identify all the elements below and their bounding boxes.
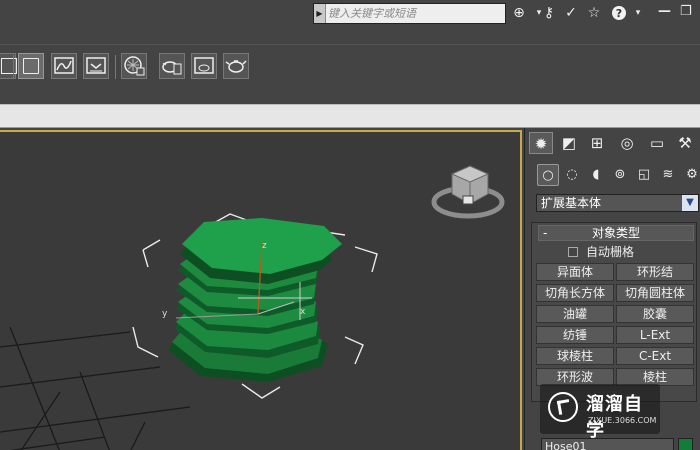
hierarchy-tab[interactable]: ⊞ [585, 132, 609, 154]
shapes-subtab[interactable]: ◌ [561, 164, 583, 186]
object-button-cext[interactable]: C-Ext [616, 347, 694, 365]
object-button-capsule[interactable]: 胶囊 [616, 305, 694, 323]
rollout-title: 对象类型 [591, 226, 640, 240]
helpers-subtab[interactable]: ◱ [633, 164, 655, 186]
main-toolbar [0, 44, 700, 90]
watermark-url: ZIXUE.3066.COM [588, 416, 657, 425]
key-icon[interactable]: ⚷ [540, 4, 558, 22]
svg-text:?: ? [616, 7, 622, 20]
axis-label-y: y [162, 309, 168, 319]
systems-subtab[interactable]: ⚙ [681, 164, 700, 186]
object-button-spindle[interactable]: 纺锤 [536, 326, 614, 344]
object-type-rollout: - 对象类型 自动栅格 异面体 环形结 切角长方体 切角圆柱体 油罐 胶囊 纺锤… [531, 222, 697, 402]
object-button-torusknot[interactable]: 环形结 [616, 263, 694, 281]
folder-button[interactable] [18, 53, 44, 79]
viewport-scene: z y x [0, 165, 505, 450]
modify-tab[interactable]: ◩ [557, 132, 581, 154]
render-setup-icon [162, 61, 182, 75]
graph-editor-button[interactable] [51, 53, 77, 79]
restore-icon[interactable]: ❐ [680, 4, 692, 19]
top-bar: ▶ ⊕ ▾ ⚷ ✓ ☆ ? ▾ — ❐ [0, 0, 700, 30]
render-teapot-icon [225, 60, 247, 73]
rollout-header[interactable]: - 对象类型 [538, 225, 694, 241]
toolbar-separator [13, 55, 14, 79]
checkbox-icon[interactable] [568, 247, 578, 257]
display-tab[interactable]: ▭ [645, 132, 669, 154]
watermark-logo-icon [548, 392, 578, 422]
chevron-down-icon[interactable]: ▼ [682, 195, 698, 211]
folder-icon [23, 58, 39, 74]
object-button-chamfercyl[interactable]: 切角圆柱体 [616, 284, 694, 302]
create-tab[interactable]: ✹ [529, 132, 553, 154]
render-frame-button[interactable] [191, 53, 217, 79]
search-input[interactable] [328, 5, 504, 22]
object-button-chamferbox[interactable]: 切角长方体 [536, 284, 614, 302]
utilities-tab[interactable]: ⚒ [673, 132, 697, 154]
object-button-lext[interactable]: L-Ext [616, 326, 694, 344]
object-button-gengon[interactable]: 球棱柱 [536, 347, 614, 365]
object-button-oiltank[interactable]: 油罐 [536, 305, 614, 323]
binoculars-icon[interactable]: ⊕ [510, 4, 528, 22]
material-editor-button[interactable] [121, 53, 147, 79]
ribbon-bar [0, 104, 700, 128]
subscription-icon[interactable]: ✓ [562, 4, 580, 22]
search-expand-arrow-icon[interactable]: ▶ [314, 4, 326, 23]
schematic-icon [86, 57, 106, 74]
material-editor-icon [124, 56, 145, 76]
graph-editor-icon [54, 57, 74, 74]
axis-label-x: x [300, 307, 306, 317]
help-dropdown-icon[interactable]: ▾ [629, 4, 647, 22]
autogrid-label: 自动栅格 [586, 245, 635, 259]
geometry-subtab[interactable]: ○ [537, 164, 559, 186]
viewcube-icon[interactable] [431, 165, 505, 219]
rollout-collapse-icon[interactable]: - [543, 226, 547, 240]
watermark: 溜溜自学 ZIXUE.3066.COM [540, 384, 660, 441]
object-button-hedra[interactable]: 异面体 [536, 263, 614, 281]
render-teapot-button[interactable] [223, 53, 249, 79]
axis-label-z: z [262, 241, 267, 251]
perspective-viewport[interactable]: z y x [0, 130, 522, 450]
toolbar-separator [115, 55, 116, 79]
star-icon[interactable]: ☆ [585, 4, 603, 22]
render-setup-button[interactable] [159, 53, 185, 79]
autogrid-checkbox[interactable]: 自动栅格 [568, 243, 634, 260]
minimize-icon[interactable]: — [658, 4, 671, 19]
cameras-subtab[interactable]: ⊚ [609, 164, 631, 186]
home-grid [0, 326, 191, 450]
schematic-button[interactable] [83, 53, 109, 79]
category-dropdown[interactable]: 扩展基本体 ▼ [536, 194, 699, 212]
category-value: 扩展基本体 [541, 196, 602, 210]
motion-tab[interactable]: ◎ [615, 132, 639, 154]
render-frame-icon [194, 57, 214, 74]
hose-object[interactable] [168, 218, 342, 382]
space-warps-subtab[interactable]: ≋ [657, 164, 679, 186]
object-color-swatch[interactable] [678, 438, 693, 450]
help-icon[interactable]: ? [609, 4, 629, 22]
lights-subtab[interactable]: ◖ [585, 164, 607, 186]
search-box[interactable]: ▶ [313, 3, 506, 24]
